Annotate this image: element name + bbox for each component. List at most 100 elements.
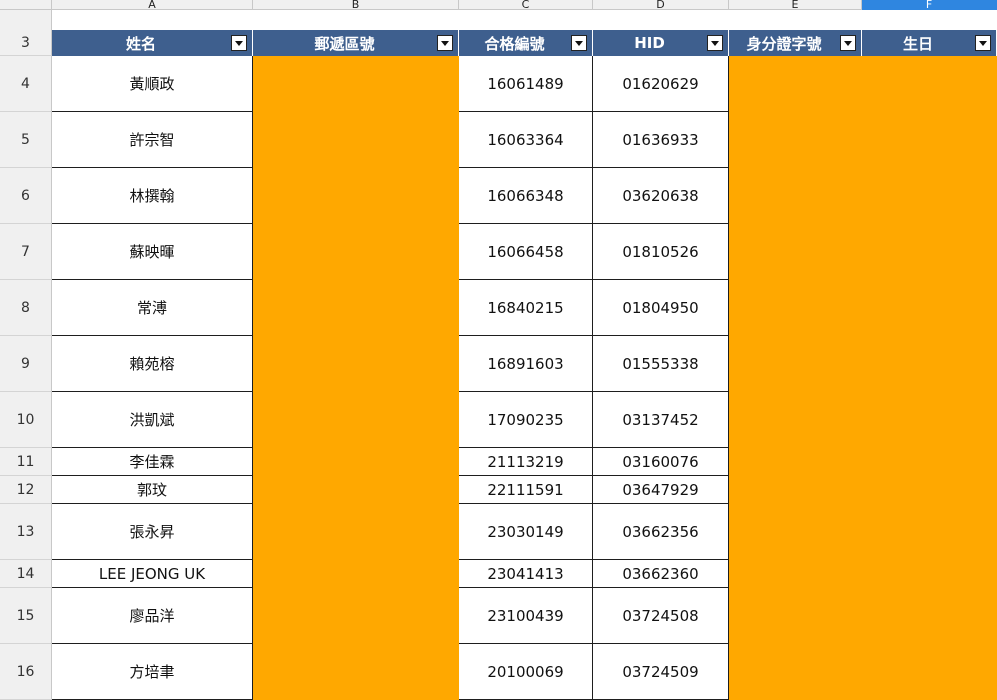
birthday-cell[interactable]: [862, 336, 997, 392]
id-number-cell[interactable]: [729, 224, 862, 280]
hid-cell[interactable]: 01555338: [593, 336, 729, 392]
cert-number-cell[interactable]: 16066348: [459, 168, 593, 224]
hid-cell[interactable]: 01636933: [593, 112, 729, 168]
name-cell[interactable]: 廖品洋: [52, 588, 253, 644]
name-cell[interactable]: 賴苑榕: [52, 336, 253, 392]
cert-number-cell[interactable]: 16061489: [459, 56, 593, 112]
cert-number-cell[interactable]: 21113219: [459, 448, 593, 476]
cert-number-cell[interactable]: 20100069: [459, 644, 593, 700]
name-cell[interactable]: 方培聿: [52, 644, 253, 700]
id-number-cell[interactable]: [729, 504, 862, 560]
birthday-cell[interactable]: [862, 392, 997, 448]
id-number-cell[interactable]: [729, 280, 862, 336]
row-header[interactable]: 13: [0, 504, 52, 560]
hid-cell[interactable]: 03137452: [593, 392, 729, 448]
column-header-d[interactable]: D: [593, 0, 729, 10]
row-header[interactable]: 5: [0, 112, 52, 168]
hid-cell[interactable]: 03662356: [593, 504, 729, 560]
hid-cell[interactable]: 03160076: [593, 448, 729, 476]
name-cell[interactable]: 李佳霖: [52, 448, 253, 476]
row-header[interactable]: 4: [0, 56, 52, 112]
row-header[interactable]: 9: [0, 336, 52, 392]
name-cell[interactable]: 林撰翰: [52, 168, 253, 224]
cert-number-cell[interactable]: 23100439: [459, 588, 593, 644]
id-number-cell[interactable]: [729, 112, 862, 168]
birthday-cell[interactable]: [862, 112, 997, 168]
column-header-b[interactable]: B: [253, 0, 459, 10]
row-header[interactable]: 8: [0, 280, 52, 336]
filter-dropdown-icon[interactable]: [840, 35, 856, 51]
column-header-f[interactable]: F: [862, 0, 997, 10]
birthday-cell[interactable]: [862, 476, 997, 504]
name-cell[interactable]: 常溥: [52, 280, 253, 336]
postal-code-cell[interactable]: [253, 336, 459, 392]
name-cell[interactable]: LEE JEONG UK: [52, 560, 253, 588]
id-number-cell[interactable]: [729, 644, 862, 700]
id-number-cell[interactable]: [729, 168, 862, 224]
hid-cell[interactable]: 03620638: [593, 168, 729, 224]
id-number-cell[interactable]: [729, 392, 862, 448]
row-header[interactable]: 10: [0, 392, 52, 448]
postal-code-cell[interactable]: [253, 560, 459, 588]
postal-code-cell[interactable]: [253, 280, 459, 336]
name-cell[interactable]: 郭玟: [52, 476, 253, 504]
column-header-e[interactable]: E: [729, 0, 862, 10]
postal-code-cell[interactable]: [253, 476, 459, 504]
id-number-cell[interactable]: [729, 560, 862, 588]
name-cell[interactable]: 張永昇: [52, 504, 253, 560]
hid-cell[interactable]: 03647929: [593, 476, 729, 504]
birthday-cell[interactable]: [862, 56, 997, 112]
column-header-a[interactable]: A: [52, 0, 253, 10]
postal-code-cell[interactable]: [253, 224, 459, 280]
cert-number-cell[interactable]: 23030149: [459, 504, 593, 560]
column-header-c[interactable]: C: [459, 0, 593, 10]
row-header[interactable]: 16: [0, 644, 52, 700]
postal-code-cell[interactable]: [253, 644, 459, 700]
name-cell[interactable]: 黃順政: [52, 56, 253, 112]
id-number-cell[interactable]: [729, 476, 862, 504]
birthday-cell[interactable]: [862, 168, 997, 224]
postal-code-cell[interactable]: [253, 448, 459, 476]
id-number-cell[interactable]: [729, 336, 862, 392]
birthday-cell[interactable]: [862, 280, 997, 336]
hid-cell[interactable]: 03662360: [593, 560, 729, 588]
postal-code-cell[interactable]: [253, 504, 459, 560]
birthday-cell[interactable]: [862, 560, 997, 588]
postal-code-cell[interactable]: [253, 112, 459, 168]
row-header[interactable]: 6: [0, 168, 52, 224]
cert-number-cell[interactable]: 17090235: [459, 392, 593, 448]
postal-code-cell[interactable]: [253, 392, 459, 448]
row-header-3[interactable]: 3: [0, 10, 52, 56]
cert-number-cell[interactable]: 16066458: [459, 224, 593, 280]
row-header[interactable]: 15: [0, 588, 52, 644]
hid-cell[interactable]: 03724508: [593, 588, 729, 644]
filter-dropdown-icon[interactable]: [707, 35, 723, 51]
birthday-cell[interactable]: [862, 588, 997, 644]
birthday-cell[interactable]: [862, 644, 997, 700]
id-number-cell[interactable]: [729, 448, 862, 476]
id-number-cell[interactable]: [729, 56, 862, 112]
id-number-cell[interactable]: [729, 588, 862, 644]
birthday-cell[interactable]: [862, 448, 997, 476]
cert-number-cell[interactable]: 16891603: [459, 336, 593, 392]
hid-cell[interactable]: 01810526: [593, 224, 729, 280]
filter-dropdown-icon[interactable]: [571, 35, 587, 51]
name-cell[interactable]: 洪凱斌: [52, 392, 253, 448]
cert-number-cell[interactable]: 16063364: [459, 112, 593, 168]
cert-number-cell[interactable]: 16840215: [459, 280, 593, 336]
filter-dropdown-icon[interactable]: [437, 35, 453, 51]
birthday-cell[interactable]: [862, 224, 997, 280]
cert-number-cell[interactable]: 22111591: [459, 476, 593, 504]
hid-cell[interactable]: 01620629: [593, 56, 729, 112]
postal-code-cell[interactable]: [253, 56, 459, 112]
birthday-cell[interactable]: [862, 504, 997, 560]
hid-cell[interactable]: 03724509: [593, 644, 729, 700]
cert-number-cell[interactable]: 23041413: [459, 560, 593, 588]
row-header[interactable]: 11: [0, 448, 52, 476]
row-header[interactable]: 7: [0, 224, 52, 280]
spreadsheet-grid[interactable]: ABCDEF 3 姓名 郵遞區號 合格編號 HID 身分證字號 生日 4 黃順政 16061489…: [0, 0, 997, 700]
name-cell[interactable]: 蘇映暉: [52, 224, 253, 280]
filter-dropdown-icon[interactable]: [231, 35, 247, 51]
name-cell[interactable]: 許宗智: [52, 112, 253, 168]
row-header[interactable]: 12: [0, 476, 52, 504]
